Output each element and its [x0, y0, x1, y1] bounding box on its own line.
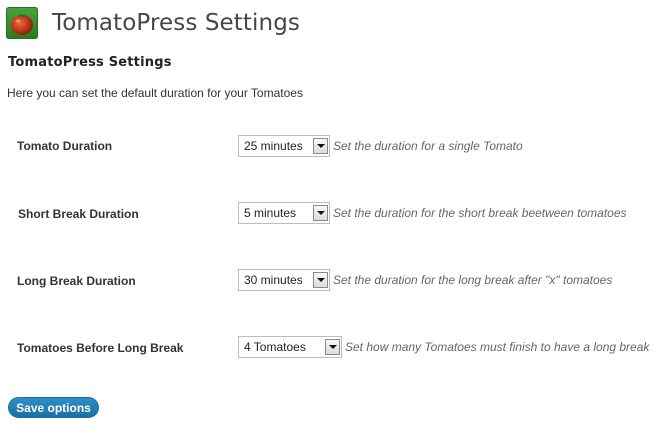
tomatoes-before-long-break-help: Set how many Tomatoes must finish to hav… — [345, 340, 650, 354]
tomato-duration-help: Set the duration for a single Tomato — [333, 139, 523, 153]
chevron-down-icon[interactable] — [325, 339, 340, 355]
section-title: TomatoPress Settings — [8, 55, 172, 70]
tomato-duration-select[interactable]: 25 minutes — [238, 135, 330, 157]
chevron-down-icon[interactable] — [313, 138, 328, 154]
tomatoes-before-long-break-value: 4 Tomatoes — [244, 340, 306, 354]
short-break-duration-value: 5 minutes — [244, 206, 297, 220]
tomato-duration-value: 25 minutes — [244, 139, 303, 153]
tomatoes-before-long-break-label: Tomatoes Before Long Break — [17, 341, 184, 355]
short-break-duration-label: Short Break Duration — [18, 207, 139, 221]
save-options-button[interactable]: Save options — [8, 397, 99, 418]
tomato-duration-label: Tomato Duration — [17, 139, 113, 153]
page-title: TomatoPress Settings — [52, 10, 300, 36]
short-break-duration-help: Set the duration for the short break bee… — [333, 206, 627, 220]
long-break-duration-help: Set the duration for the long break afte… — [333, 273, 613, 287]
tomato-icon — [6, 7, 38, 39]
page-header: TomatoPress Settings — [6, 6, 300, 40]
tomatoes-before-long-break-select[interactable]: 4 Tomatoes — [238, 336, 342, 358]
short-break-duration-select[interactable]: 5 minutes — [238, 202, 330, 224]
long-break-duration-select[interactable]: 30 minutes — [238, 269, 330, 291]
chevron-down-icon[interactable] — [313, 272, 328, 288]
long-break-duration-value: 30 minutes — [244, 273, 303, 287]
long-break-duration-label: Long Break Duration — [17, 274, 136, 288]
intro-text: Here you can set the default duration fo… — [7, 86, 303, 100]
chevron-down-icon[interactable] — [313, 205, 328, 221]
